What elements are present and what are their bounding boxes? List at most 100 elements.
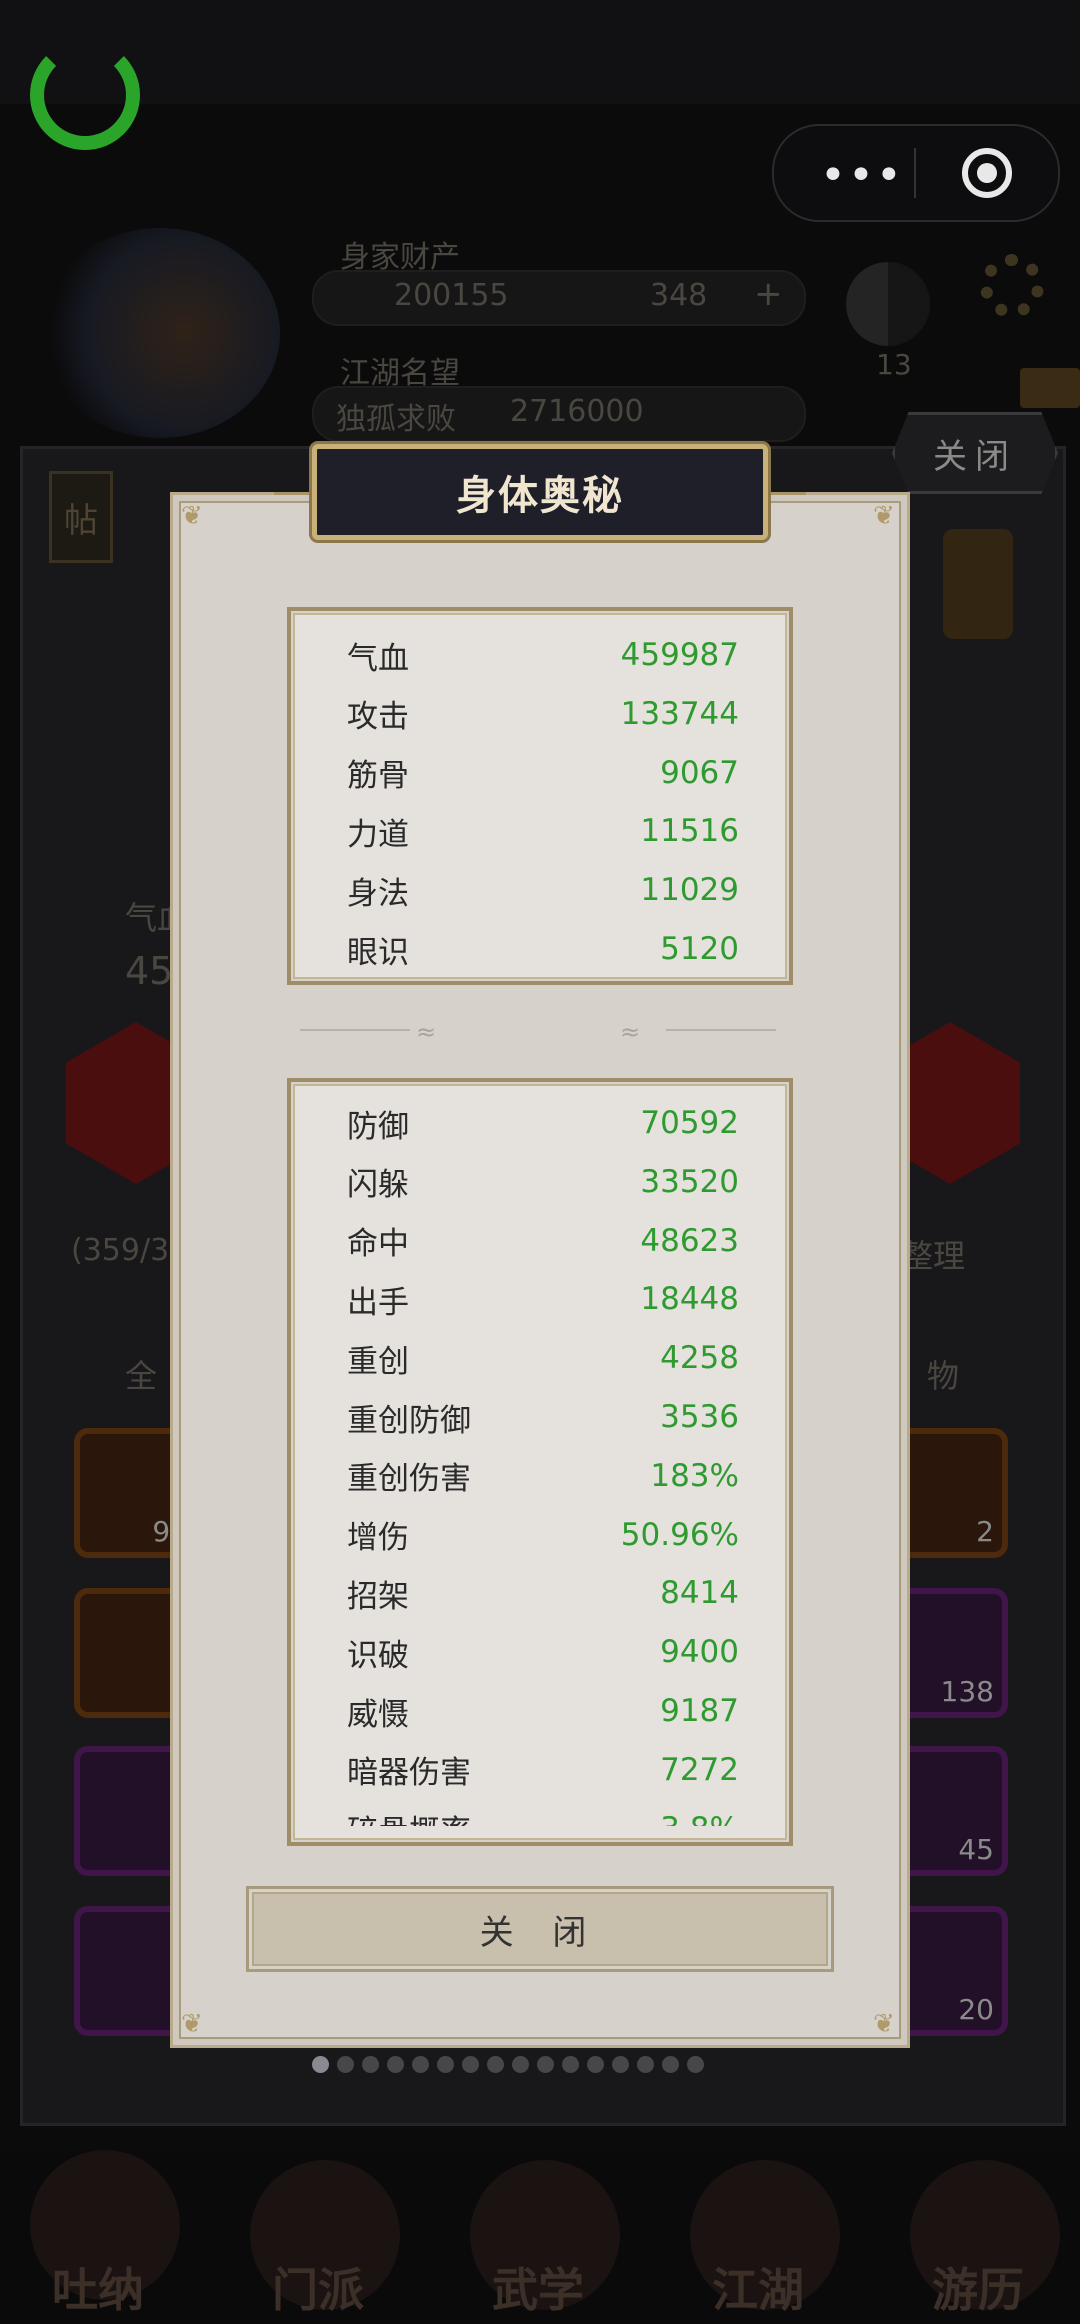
panel-close-label: 关闭 xyxy=(933,436,1017,477)
corner-ornament: ❦ xyxy=(873,501,895,531)
stat-row: 身法 11029 xyxy=(347,861,739,919)
more-menu-icon[interactable]: ••• xyxy=(820,150,904,201)
stat-row: 攻击 133744 xyxy=(347,685,739,743)
dialog-title-plate: 身体奥秘 xyxy=(312,444,768,540)
page-dot[interactable] xyxy=(687,2056,704,2073)
coin-count: 200155 xyxy=(394,278,509,313)
page-dot[interactable] xyxy=(387,2056,404,2073)
secondary-stats-scroll[interactable]: 防御 70592 闪躲 33520 命中 48623 出手 18448 重创 4258 重创防御 35… xyxy=(291,1082,789,1826)
stat-row: 招架 8414 xyxy=(347,1564,739,1622)
tab-all[interactable]: 全 xyxy=(125,1351,157,1397)
side-stat-value: 45 xyxy=(125,949,174,993)
corner-ornament: ❦ xyxy=(181,501,203,531)
bag-capacity: (359/3 xyxy=(71,1233,170,1268)
page-dot[interactable] xyxy=(637,2056,654,2073)
page-dot[interactable] xyxy=(487,2056,504,2073)
slot-count: 45 xyxy=(958,1833,994,1866)
close-button[interactable]: 关 闭 xyxy=(246,1886,834,1972)
stat-name: 增伤 xyxy=(347,1520,409,1557)
status-bar xyxy=(0,0,1080,104)
stat-value: 18448 xyxy=(640,1281,739,1318)
mini-program-capsule[interactable]: ••• xyxy=(772,124,1060,222)
nav-label: 武学 xyxy=(492,2263,584,2317)
stat-name: 闪躲 xyxy=(347,1167,409,1204)
stat-value: 70592 xyxy=(640,1105,739,1141)
panel-close-tag[interactable]: 关闭 xyxy=(892,412,1058,494)
stat-row: 识破 9400 xyxy=(347,1623,739,1681)
slot-count: 2 xyxy=(976,1515,994,1548)
page-indicator xyxy=(312,2056,772,2080)
stat-row: 眼识 5120 xyxy=(347,920,739,978)
wealth-bar: 200155 348 + xyxy=(312,270,806,326)
close-button-label: 关 闭 xyxy=(479,1912,601,1953)
page-dot[interactable] xyxy=(462,2056,479,2073)
level-number: 13 xyxy=(876,348,912,381)
fame-value: 2716000 xyxy=(510,394,644,429)
stat-name: 暗器伤害 xyxy=(347,1755,471,1792)
stat-row: 增伤 50.96% xyxy=(347,1506,739,1564)
stat-row: 重创伤害 183% xyxy=(347,1447,739,1505)
stat-value: 459987 xyxy=(620,637,739,673)
stat-name: 重创 xyxy=(347,1343,409,1380)
stat-row: 重创 4258 xyxy=(347,1329,739,1387)
tab-items[interactable]: 物 xyxy=(927,1351,959,1397)
capsule-divider xyxy=(914,148,916,198)
lantern-icon[interactable] xyxy=(943,529,1013,639)
stat-name: 招架 xyxy=(347,1578,409,1615)
fame-bar: 独孤求败 2716000 xyxy=(312,386,806,442)
bottom-nav: 吐纳 门派 武学 江湖 游历 xyxy=(0,2150,1080,2324)
close-program-icon[interactable] xyxy=(962,148,1012,198)
page-dot[interactable] xyxy=(362,2056,379,2073)
stat-row: 防御 70592 xyxy=(347,1094,739,1152)
title-wing-right xyxy=(766,492,806,515)
stat-name: 重创伤害 xyxy=(347,1461,471,1498)
secondary-stats-box[interactable]: 防御 70592 闪躲 33520 命中 48623 出手 18448 重创 4258 重创防御 35… xyxy=(287,1078,793,1846)
taiji-level-icon[interactable] xyxy=(846,262,930,346)
stat-value: 5120 xyxy=(660,931,739,967)
stat-value: 9187 xyxy=(660,1693,739,1729)
tidy-button[interactable]: 整理 xyxy=(901,1231,965,1277)
stat-row: 威慑 9187 xyxy=(347,1682,739,1740)
stat-row: 暗器伤害 7272 xyxy=(347,1741,739,1799)
title-wing-left xyxy=(274,492,314,515)
stat-value: 33520 xyxy=(640,1163,739,1200)
fame-title: 独孤求败 xyxy=(336,402,456,437)
stat-row: 命中 48623 xyxy=(347,1212,739,1270)
slot-count: 20 xyxy=(958,1993,994,2026)
jade-count: 348 xyxy=(650,278,708,313)
mail-icon[interactable] xyxy=(1020,368,1080,408)
page-dot[interactable] xyxy=(562,2056,579,2073)
stat-value: 3.8% xyxy=(660,1811,739,1826)
stat-row: 气血 459987 xyxy=(347,626,739,684)
stat-value: 11029 xyxy=(640,872,739,909)
stat-value: 133744 xyxy=(620,695,739,732)
stat-value: 8414 xyxy=(660,1575,739,1612)
page-dot[interactable] xyxy=(412,2056,429,2073)
stat-value: 48623 xyxy=(640,1222,739,1259)
post-tag[interactable]: 帖 xyxy=(49,471,113,563)
page-dot[interactable] xyxy=(312,2056,329,2073)
divider-line-left xyxy=(300,1029,410,1031)
page-dot[interactable] xyxy=(587,2056,604,2073)
page-dot[interactable] xyxy=(612,2056,629,2073)
stat-row: 闪躲 33520 xyxy=(347,1153,739,1211)
divider-ornament-left: ≈ xyxy=(416,1018,437,1046)
stat-row: 力道 11516 xyxy=(347,802,739,860)
divider-line-right xyxy=(666,1029,776,1031)
stat-value: 50.96% xyxy=(620,1516,739,1553)
stat-name: 碎骨概率 xyxy=(347,1806,471,1826)
page-dot[interactable] xyxy=(512,2056,529,2073)
add-currency-button[interactable]: + xyxy=(754,274,783,314)
stat-row: 出手 18448 xyxy=(347,1270,739,1328)
stat-name: 重创防御 xyxy=(347,1402,471,1439)
stat-name: 威慑 xyxy=(347,1696,409,1733)
nav-label: 门派 xyxy=(272,2263,364,2317)
page-dot[interactable] xyxy=(662,2056,679,2073)
page-dot[interactable] xyxy=(437,2056,454,2073)
page-dot[interactable] xyxy=(537,2056,554,2073)
post-tag-label: 帖 xyxy=(64,500,98,541)
stat-row: 筋骨 9067 xyxy=(347,744,739,802)
gear-icon[interactable] xyxy=(980,254,1044,318)
corner-ornament: ❦ xyxy=(873,2009,895,2039)
page-dot[interactable] xyxy=(337,2056,354,2073)
